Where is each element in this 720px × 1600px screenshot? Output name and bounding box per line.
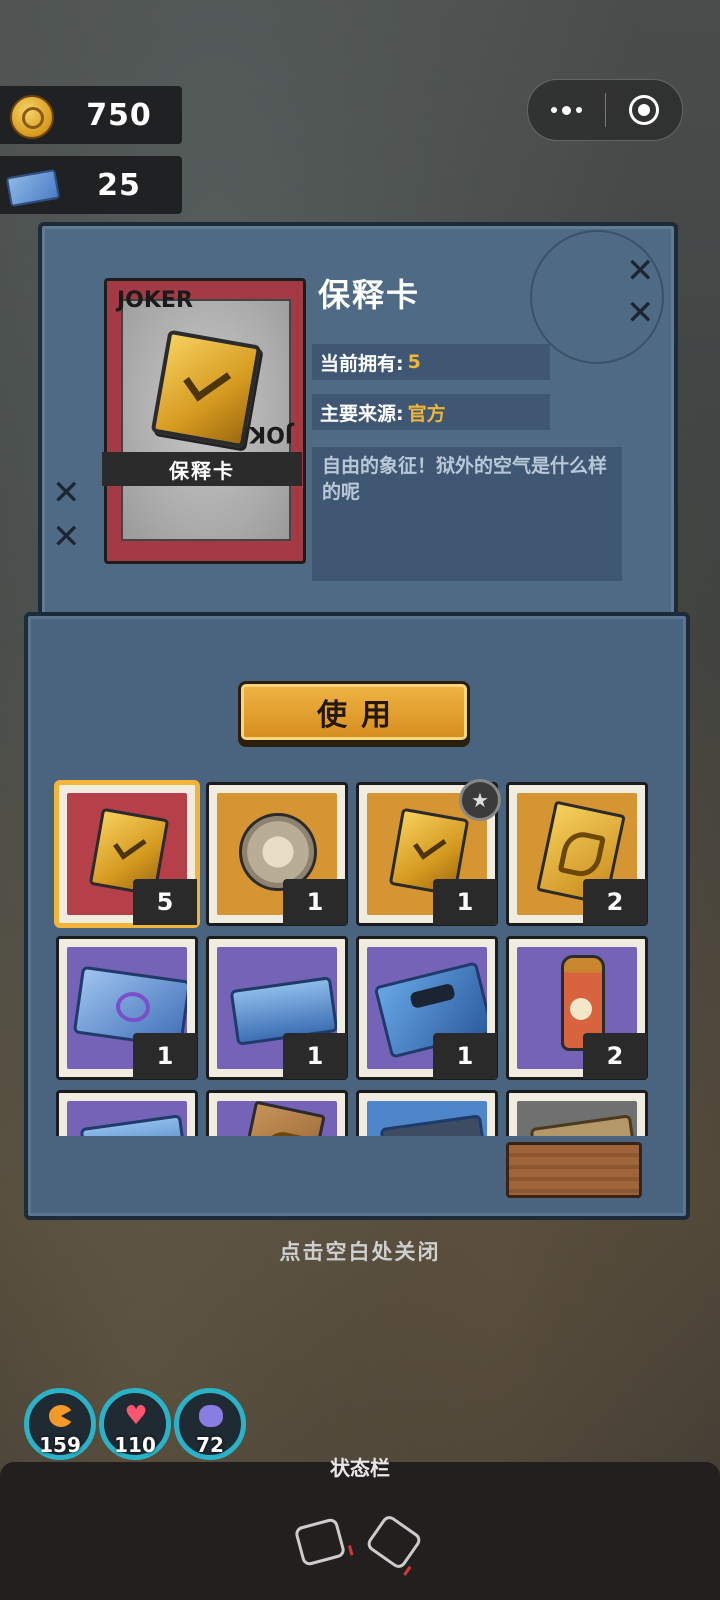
exit-button[interactable] — [606, 80, 683, 140]
coin-amount: 750 — [86, 97, 152, 133]
ticket-counter: 25 — [0, 156, 182, 214]
blue-item-icon — [79, 1114, 187, 1138]
inventory-slot[interactable] — [206, 1090, 348, 1138]
paper-bag-icon — [529, 1114, 637, 1138]
item-card-preview: JOKER JOKER — [104, 278, 306, 564]
status-bar-title[interactable]: 状态栏 — [0, 1452, 720, 1481]
health-stat[interactable]: ♥ 110 — [99, 1388, 171, 1460]
coin-icon — [6, 93, 56, 139]
source-row: 主要来源: 官方 — [312, 394, 550, 430]
owned-label: 当前拥有: — [320, 352, 404, 375]
item-count: 2 — [583, 1033, 647, 1079]
cross-mark-icon: ✕ — [52, 473, 81, 513]
ticket-icon — [5, 163, 61, 208]
card-label: 保释卡 — [102, 452, 302, 486]
owned-row: 当前拥有: 5 — [312, 344, 550, 380]
inventory-slot[interactable]: 2 — [506, 936, 648, 1080]
item-count: 1 — [283, 879, 347, 925]
item-count: 1 — [283, 1033, 347, 1079]
star-badge-icon: ★ — [459, 779, 501, 821]
status-bar — [0, 1462, 720, 1600]
inventory-slot[interactable]: 2 — [506, 782, 648, 926]
wood-plank-button[interactable] — [506, 1142, 642, 1198]
cross-mark-icon: ✕ — [52, 517, 81, 557]
inventory-slot[interactable]: 1 — [206, 782, 348, 926]
item-count: 1 — [133, 1033, 197, 1079]
inventory-slot[interactable]: 1 — [356, 936, 498, 1080]
owned-value: 5 — [407, 351, 421, 373]
cross-mark-icon: ✕ — [626, 293, 655, 333]
source-value: 官方 — [407, 402, 446, 425]
inventory-grid: 5 1 ★ 1 2 1 1 1 2 — [54, 778, 654, 1138]
item-count: 5 — [133, 879, 197, 925]
more-dots-icon — [550, 105, 582, 115]
use-button[interactable]: 使用 — [238, 681, 470, 743]
target-close-icon — [628, 95, 659, 125]
bail-card-icon — [150, 329, 262, 449]
item-title: 保释卡 — [318, 276, 421, 314]
item-description: 自由的象征！狱外的空气是什么样的呢 — [312, 447, 622, 581]
hunger-icon — [49, 1405, 73, 1427]
coin-counter: 750 — [0, 86, 182, 144]
inventory-slot[interactable] — [506, 1090, 648, 1138]
pastry-icon — [236, 1101, 326, 1138]
more-button[interactable] — [528, 80, 605, 140]
blue-item-2-icon — [379, 1114, 487, 1138]
item-count: 1 — [433, 1033, 497, 1079]
miniprogram-capsule — [527, 79, 683, 141]
close-hint[interactable]: 点击空白处关闭 — [0, 1236, 720, 1266]
hunger-stat[interactable]: 159 — [24, 1388, 96, 1460]
inventory-slot[interactable]: ★ 1 — [356, 779, 501, 926]
item-count: 2 — [583, 879, 647, 925]
inventory-slot[interactable] — [56, 1090, 198, 1138]
joker-text-top: JOKER — [117, 289, 193, 313]
source-label: 主要来源: — [320, 402, 404, 425]
sanity-stat[interactable]: 72 — [174, 1388, 246, 1460]
item-count: 1 — [433, 879, 497, 925]
heart-icon: ♥ — [124, 1401, 148, 1431]
inventory-slot[interactable]: 5 — [56, 782, 198, 926]
inventory-slot[interactable] — [356, 1090, 498, 1138]
inventory-slot[interactable]: 1 — [56, 936, 198, 1080]
inventory-slot[interactable]: 1 — [206, 936, 348, 1080]
brain-icon — [199, 1405, 223, 1427]
joker-text-bottom: JOKER — [217, 421, 293, 446]
ticket-amount: 25 — [97, 167, 141, 203]
cross-mark-icon: ✕ — [626, 251, 655, 291]
